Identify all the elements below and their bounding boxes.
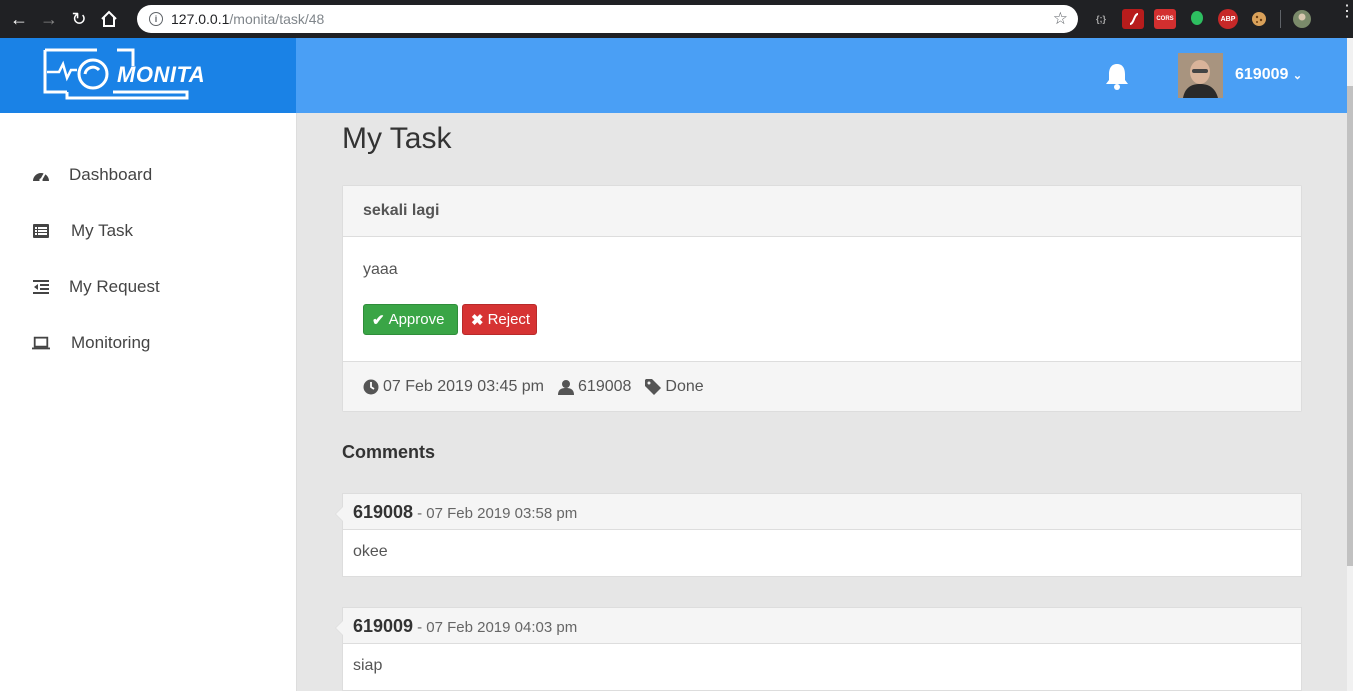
sidebar-item-label: Monitoring xyxy=(71,333,151,352)
comment-item: 619009 - 07 Feb 2019 04:03 pm siap xyxy=(335,607,1302,691)
comment-text: siap xyxy=(353,657,383,674)
comment-pointer-inner xyxy=(336,620,344,636)
bookmark-star-icon[interactable]: ☆ xyxy=(1053,9,1068,29)
approve-label: Approve xyxy=(388,311,445,328)
comment-date: - 07 Feb 2019 04:03 pm xyxy=(417,619,578,636)
profile-icon[interactable] xyxy=(1291,9,1313,29)
adblock-icon[interactable]: ABP xyxy=(1218,9,1238,29)
sidebar-item-label: My Request xyxy=(69,277,160,296)
chevron-down-icon: ⌄ xyxy=(1292,70,1303,82)
user-icon xyxy=(558,379,575,395)
back-icon[interactable]: ← xyxy=(8,8,30,30)
evernote-icon[interactable] xyxy=(1186,9,1208,29)
comment-header: 619009 - 07 Feb 2019 04:03 pm xyxy=(343,608,1301,644)
approve-button[interactable]: ✔ Approve xyxy=(363,304,458,335)
page-title: My Task xyxy=(342,122,452,155)
list-icon xyxy=(32,222,50,240)
user-menu[interactable]: 619009 ⌄ xyxy=(1235,66,1302,84)
page-scrollbar[interactable] xyxy=(1347,38,1353,691)
task-body: yaaa ✔ Approve ✖ Reject xyxy=(343,237,1301,361)
comment-text: okee xyxy=(353,543,388,560)
forward-icon[interactable]: → xyxy=(38,8,60,30)
task-meta: 07 Feb 2019 03:45 pm 619008 Done xyxy=(343,361,1301,411)
laptop-icon xyxy=(32,334,50,352)
flash-icon[interactable] xyxy=(1122,9,1144,29)
outdent-icon xyxy=(32,278,50,296)
comments-heading: Comments xyxy=(342,442,436,462)
sidebar-item-label: Dashboard xyxy=(69,165,153,184)
reload-icon[interactable]: ↻ xyxy=(68,8,90,30)
comment-date: - 07 Feb 2019 03:58 pm xyxy=(417,505,578,522)
avatar[interactable] xyxy=(1178,53,1223,98)
logo-area: MONITA xyxy=(0,38,296,113)
cors-icon[interactable]: CORS xyxy=(1154,9,1176,29)
sidebar-item-label: My Task xyxy=(71,221,134,240)
task-date: 07 Feb 2019 03:45 pm xyxy=(383,377,545,395)
address-bar[interactable]: i 127.0.0.1/monita/task/48 ☆ xyxy=(137,5,1078,33)
home-icon[interactable] xyxy=(98,8,120,30)
dashboard-icon xyxy=(32,166,50,184)
comment-header: 619008 - 07 Feb 2019 03:58 pm xyxy=(343,494,1301,530)
url-path: /monita/task/48 xyxy=(229,11,325,27)
scrollbar-thumb[interactable] xyxy=(1347,86,1353,566)
toolbar-separator xyxy=(1280,10,1281,28)
close-icon: ✖ xyxy=(471,311,484,329)
logo-text: MONITA xyxy=(117,62,206,87)
bell-icon[interactable] xyxy=(1104,62,1130,90)
task-title: sekali lagi xyxy=(343,186,1301,237)
reject-button[interactable]: ✖ Reject xyxy=(462,304,537,335)
tag-icon xyxy=(645,378,662,395)
check-icon: ✔ xyxy=(372,311,385,329)
app-header: MONITA 619009 ⌄ xyxy=(0,38,1347,113)
task-user: 619008 xyxy=(578,377,632,395)
task-status: Done xyxy=(665,377,704,395)
url-host: 127.0.0.1 xyxy=(171,11,230,27)
extensions-bar: {;} CORS ABP xyxy=(1090,8,1313,30)
task-description: yaaa xyxy=(363,261,398,278)
user-name: 619009 xyxy=(1235,66,1289,83)
sidebar: Dashboard My Task My Request Monitoring xyxy=(0,113,297,691)
comment-pointer-inner xyxy=(336,506,344,522)
comment-author: 619008 xyxy=(353,502,414,522)
comment-author: 619009 xyxy=(353,616,414,636)
sidebar-item-dashboard[interactable]: Dashboard xyxy=(0,155,296,195)
info-icon[interactable]: i xyxy=(149,12,163,26)
reject-label: Reject xyxy=(487,311,531,328)
browser-menu-icon[interactable]: ⋮ xyxy=(1339,4,1353,20)
sidebar-item-monitoring[interactable]: Monitoring xyxy=(0,323,296,363)
monita-logo[interactable]: MONITA xyxy=(37,46,205,104)
comment-item: 619008 - 07 Feb 2019 03:58 pm okee xyxy=(335,493,1302,577)
json-viewer-icon[interactable]: {;} xyxy=(1090,9,1112,29)
clock-icon xyxy=(363,379,379,395)
sidebar-item-my-request[interactable]: My Request xyxy=(0,267,296,307)
task-card: sekali lagi yaaa ✔ Approve ✖ Reject 07 Feb… xyxy=(342,185,1302,412)
sidebar-item-my-task[interactable]: My Task xyxy=(0,211,296,251)
cookie-icon[interactable] xyxy=(1248,9,1270,29)
